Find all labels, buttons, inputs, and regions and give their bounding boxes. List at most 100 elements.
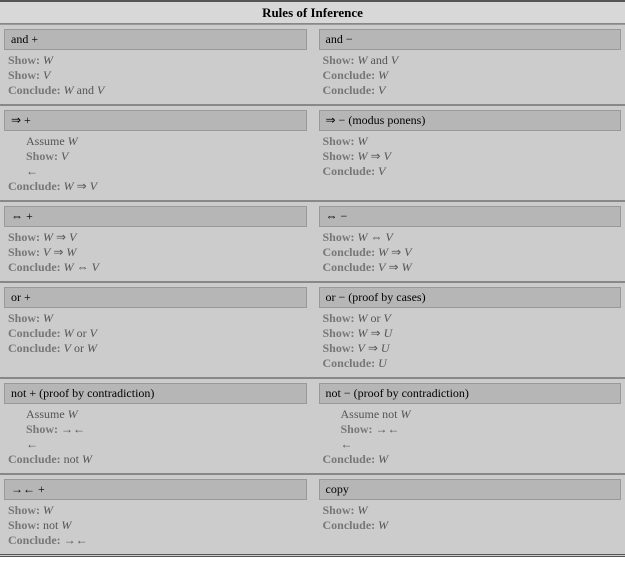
rule-body: Show: WConclude: W: [319, 503, 622, 533]
rule-body: Show: W ⇒ VShow: V ⇒ WConclude: W ⇔ V: [4, 230, 307, 275]
rule-cell: ⇔ −Show: W ⇔ VConclude: W ⇒ VConclude: V…: [315, 202, 625, 281]
line-keyword: Show:: [8, 68, 40, 82]
line-rest: W ⇒ V: [61, 179, 97, 193]
rule-row: ⇔ +Show: W ⇒ VShow: V ⇒ WConclude: W ⇔ V…: [0, 200, 625, 281]
line-rest: Assume W: [26, 134, 78, 148]
line-rest: V: [58, 149, 68, 163]
line-keyword: Show:: [341, 422, 373, 436]
rule-line: Show: →←: [323, 422, 618, 437]
rule-line: ←: [8, 437, 303, 452]
line-keyword: Show:: [323, 503, 355, 517]
line-rest: W and V: [61, 83, 105, 97]
line-keyword: Conclude:: [8, 452, 61, 466]
line-keyword: Show:: [8, 311, 40, 325]
line-rest: ←: [26, 164, 38, 178]
line-keyword: Show:: [323, 53, 355, 67]
rule-line: Show: V ⇒ U: [323, 341, 618, 356]
rule-line: Conclude: W ⇒ V: [8, 179, 303, 194]
line-rest: W: [375, 518, 388, 532]
rule-line: Conclude: W ⇔ V: [8, 260, 303, 275]
line-rest: W: [355, 134, 368, 148]
rule-line: Conclude: V ⇒ W: [323, 260, 618, 275]
rule-header: →← +: [4, 479, 307, 500]
line-rest: not W: [61, 452, 92, 466]
rule-header: not + (proof by contradiction): [4, 383, 307, 404]
line-keyword: Show:: [8, 245, 40, 259]
line-rest: W or V: [61, 326, 97, 340]
rule-cell: →← +Show: WShow: not WConclude: →←: [0, 475, 311, 554]
line-keyword: Conclude:: [323, 260, 376, 274]
line-keyword: Show:: [323, 149, 355, 163]
rule-header: and −: [319, 29, 622, 50]
line-rest: →←: [373, 422, 400, 436]
rule-line: Conclude: W: [323, 68, 618, 83]
rule-line: Show: W ⇒ V: [8, 230, 303, 245]
rule-row: not + (proof by contradiction)Assume WSh…: [0, 377, 625, 473]
line-keyword: Conclude:: [323, 356, 376, 370]
rule-line: Conclude: W and V: [8, 83, 303, 98]
line-keyword: Conclude:: [8, 260, 61, 274]
rule-header: or − (proof by cases): [319, 287, 622, 308]
rule-line: Show: W or V: [323, 311, 618, 326]
line-keyword: Conclude:: [8, 326, 61, 340]
rule-line: Conclude: →←: [8, 533, 303, 548]
rule-line: Conclude: W: [323, 518, 618, 533]
rule-cell: or − (proof by cases)Show: W or VShow: W…: [315, 283, 625, 377]
rule-body: Assume WShow: →←←Conclude: not W: [4, 407, 307, 467]
rules-grid: and +Show: WShow: VConclude: W and Vand …: [0, 24, 625, 554]
rule-line: Show: →←: [8, 422, 303, 437]
line-rest: W ⇒ V: [40, 230, 76, 244]
rule-header: copy: [319, 479, 622, 500]
line-rest: Assume not W: [341, 407, 411, 421]
rule-line: ←: [323, 437, 618, 452]
rule-body: Show: WShow: W ⇒ VConclude: V: [319, 134, 622, 179]
rule-line: Conclude: V: [323, 164, 618, 179]
line-keyword: Show:: [323, 230, 355, 244]
rule-line: Assume not W: [323, 407, 618, 422]
rule-cell: not + (proof by contradiction) Assume WSh…: [0, 379, 311, 473]
rule-body: Show: WShow: VConclude: W and V: [4, 53, 307, 98]
rule-header: and +: [4, 29, 307, 50]
rule-line: Conclude: W: [323, 452, 618, 467]
line-rest: not W: [40, 518, 71, 532]
line-keyword: Show:: [323, 341, 355, 355]
rule-line: Conclude: V or W: [8, 341, 303, 356]
line-keyword: Show:: [323, 311, 355, 325]
rule-row: or +Show: WConclude: W or VConclude: V o…: [0, 281, 625, 377]
line-rest: V ⇒ W: [375, 260, 411, 274]
rule-cell: not − (proof by contradiction)Assume not…: [315, 379, 625, 473]
rule-line: Show: V: [8, 149, 303, 164]
line-rest: →←: [61, 533, 88, 547]
table-title: Rules of Inference: [0, 2, 625, 24]
rule-row: ⇒ +Assume WShow: V←Conclude: W ⇒ V⇒ − (m…: [0, 104, 625, 200]
line-keyword: Conclude:: [323, 164, 376, 178]
rule-line: Show: W ⇔ V: [323, 230, 618, 245]
rule-line: Show: W ⇒ V: [323, 149, 618, 164]
rule-body: Assume WShow: V←Conclude: W ⇒ V: [4, 134, 307, 194]
rule-body: Assume not WShow: →←←Conclude: W: [319, 407, 622, 467]
rule-line: Show: W: [323, 134, 618, 149]
line-rest: ←: [341, 437, 353, 451]
rule-line: ←: [8, 164, 303, 179]
rule-row: →← + Show: W Show: not WConclude: →← copy Sh…: [0, 473, 625, 554]
rule-line: Conclude: U: [323, 356, 618, 371]
line-rest: U: [375, 356, 387, 370]
rule-cell: ⇒ − (modus ponens)Show: WShow: W ⇒ VConc…: [315, 106, 625, 200]
line-keyword: Conclude:: [323, 83, 376, 97]
rule-line: Conclude: not W: [8, 452, 303, 467]
rule-cell: copy Show: WConclude: W: [315, 475, 625, 554]
rule-line: Conclude: W or V: [8, 326, 303, 341]
line-rest: W ⇒ V: [375, 245, 411, 259]
rule-line: Assume W: [8, 407, 303, 422]
line-keyword: Show:: [8, 503, 40, 517]
rule-body: Show: WConclude: W or VConclude: V or W: [4, 311, 307, 356]
line-rest: W ⇔ V: [355, 230, 393, 244]
line-rest: W ⇒ V: [355, 149, 391, 163]
line-keyword: Conclude:: [323, 68, 376, 82]
line-keyword: Conclude:: [323, 452, 376, 466]
rule-line: Conclude: V: [323, 83, 618, 98]
rule-line: Conclude: W ⇒ V: [323, 245, 618, 260]
line-rest: W: [375, 68, 388, 82]
rule-cell: and + Show: WShow: VConclude: W and V: [0, 25, 311, 104]
line-rest: W: [40, 53, 53, 67]
